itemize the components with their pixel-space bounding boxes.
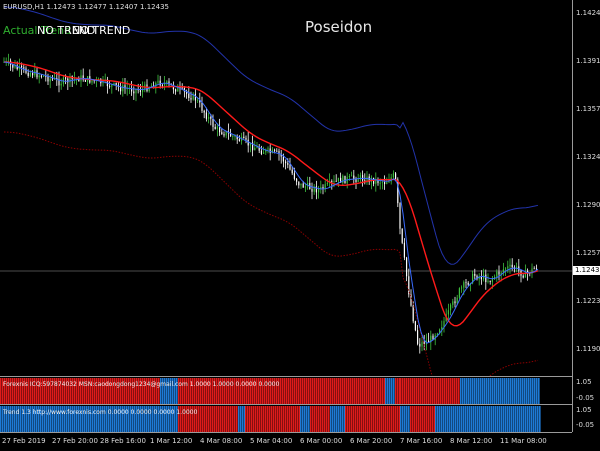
indicator2-scale-bottom: -0.05 <box>576 421 595 429</box>
time-label: 27 Feb 20:00 <box>52 437 98 445</box>
price-tick: 1.13910 <box>576 57 600 65</box>
price-chart-canvas <box>0 6 572 420</box>
current-price-badge: 1.12435 <box>573 266 600 275</box>
time-label: 11 Mar 08:00 <box>500 437 547 445</box>
upper-band-line <box>3 6 539 265</box>
lower-band-line <box>3 131 539 420</box>
trend-status-label-2: NO TREND <box>72 24 131 37</box>
time-label: 6 Mar 20:00 <box>350 437 393 445</box>
price-tick: 1.12905 <box>576 201 600 209</box>
time-label: 8 Mar 12:00 <box>450 437 493 445</box>
indicator2-scale-top: 1.05 <box>576 406 592 414</box>
price-tick: 1.11900 <box>576 345 600 353</box>
time-label: 6 Mar 00:00 <box>300 437 343 445</box>
price-tick: 1.14245 <box>576 9 600 17</box>
indicator1-scale-top: 1.05 <box>576 378 592 386</box>
time-label: 28 Feb 16:00 <box>100 437 146 445</box>
indicator-title: Poseidon <box>305 18 373 36</box>
time-label: 5 Mar 04:00 <box>250 437 293 445</box>
fast-average-line <box>3 61 539 344</box>
indicator2-label: Trend 1.3 http://www.forexnis.com 0.0000… <box>3 409 198 416</box>
price-tick: 1.13575 <box>576 105 600 113</box>
indicator1-scale-bottom: -0.05 <box>576 394 595 402</box>
symbol-info: EURUSD,H1 1.12473 1.12477 1.12407 1.1243… <box>3 3 169 11</box>
time-axis[interactable]: 27 Feb 2019 27 Feb 20:00 28 Feb 16:00 1 … <box>0 432 572 451</box>
time-label: 27 Feb 2019 <box>2 437 46 445</box>
candlesticks <box>3 53 537 354</box>
time-label: 4 Mar 08:00 <box>200 437 243 445</box>
price-tick: 1.13240 <box>576 153 600 161</box>
price-tick: 1.12235 <box>576 297 600 305</box>
time-label: 7 Mar 16:00 <box>400 437 443 445</box>
price-axis[interactable]: 1.14245 1.13910 1.13575 1.13240 1.12905 … <box>572 0 600 432</box>
moving-average-line <box>3 61 539 327</box>
indicator-panel-2[interactable]: Trend 1.3 http://www.forexnis.com 0.0000… <box>0 404 572 433</box>
price-tick: 1.12570 <box>576 249 600 257</box>
indicator1-label: Forexnis ICQ:597874032 MSN:caodongdong12… <box>3 381 280 388</box>
indicator-panel-1[interactable]: Forexnis ICQ:597874032 MSN:caodongdong12… <box>0 376 572 405</box>
price-chart[interactable]: EURUSD,H1 1.12473 1.12477 1.12407 1.1243… <box>0 0 572 420</box>
time-label: 1 Mar 12:00 <box>150 437 193 445</box>
